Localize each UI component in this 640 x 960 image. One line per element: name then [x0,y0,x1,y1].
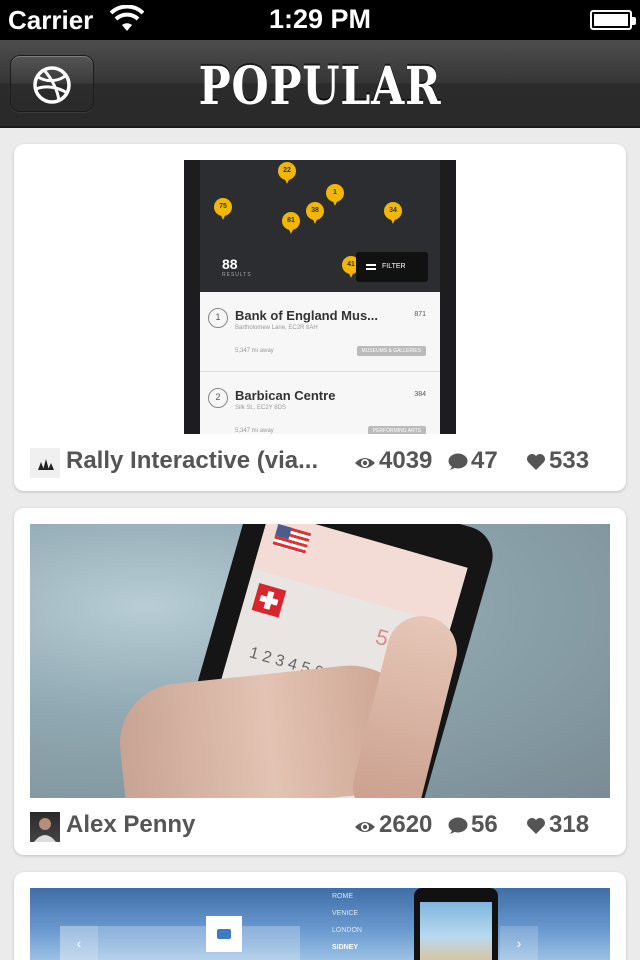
status-bar: Carrier 1:29 PM [0,0,640,40]
battery-icon [590,10,636,30]
swiss-flag-icon [251,582,287,618]
comments-count: 56 [448,811,498,839]
eye-icon [355,822,375,832]
city-list: ROME VENICE LONDON SIDNEY [332,893,362,951]
person-avatar-icon [34,818,56,842]
camera-icon [206,916,242,952]
list-item: 2 Barbican Centre Silk St., EC2Y 8DS 5,3… [200,372,440,434]
comment-bubble-icon [448,453,468,470]
shot-card[interactable]: 22 75 1 81 38 34 41 88 RESULTS FILTER 1 … [14,144,626,491]
shot-image[interactable]: ‹ ROME VENICE LONDON SIDNEY › [30,888,610,960]
eye-icon [355,458,375,468]
comments-count: 47 [448,447,498,475]
author-name[interactable]: Alex Penny [66,811,195,839]
likes-count: 318 [526,811,589,839]
views-count: 2620 [354,811,432,839]
phone-mockup [414,888,498,960]
chevron-right-icon: › [500,926,538,960]
navigation-bar: POPULAR [0,40,640,128]
shot-image[interactable]: 5,000 1 2 3 4 5 6 7 8 9 0 [30,524,610,798]
shot-card[interactable]: 5,000 1 2 3 4 5 6 7 8 9 0 Alex Penny 262… [14,508,626,855]
results-count: 88 RESULTS [222,256,252,278]
comment-bubble-icon [448,817,468,834]
shot-meta: Rally Interactive (via... 4039 47 533 [30,446,610,480]
list-item: 1 Bank of England Mus... Bartholomew Lan… [200,292,440,372]
author-name[interactable]: Rally Interactive (via... [66,447,318,475]
heart-icon [527,818,545,834]
likes-count: 533 [526,447,589,475]
filter-button: FILTER [356,252,428,282]
shot-meta: Alex Penny 2620 56 318 [30,810,610,844]
heart-icon [527,454,545,470]
tree-logo-icon [38,459,54,470]
avatar[interactable] [30,448,60,478]
places-list: 1 Bank of England Mus... Bartholomew Lan… [200,292,440,434]
views-count: 4039 [354,447,432,475]
map-preview: 22 75 1 81 38 34 41 88 RESULTS FILTER [200,160,440,292]
avatar[interactable] [30,812,60,842]
page-title: POPULAR [198,56,442,117]
shot-image[interactable]: 22 75 1 81 38 34 41 88 RESULTS FILTER 1 … [30,160,610,434]
shot-card[interactable]: ‹ ROME VENICE LONDON SIDNEY › [14,872,626,960]
clock-time: 1:29 PM [268,4,372,34]
phone-mockup: 22 75 1 81 38 34 41 88 RESULTS FILTER 1 … [184,160,456,434]
